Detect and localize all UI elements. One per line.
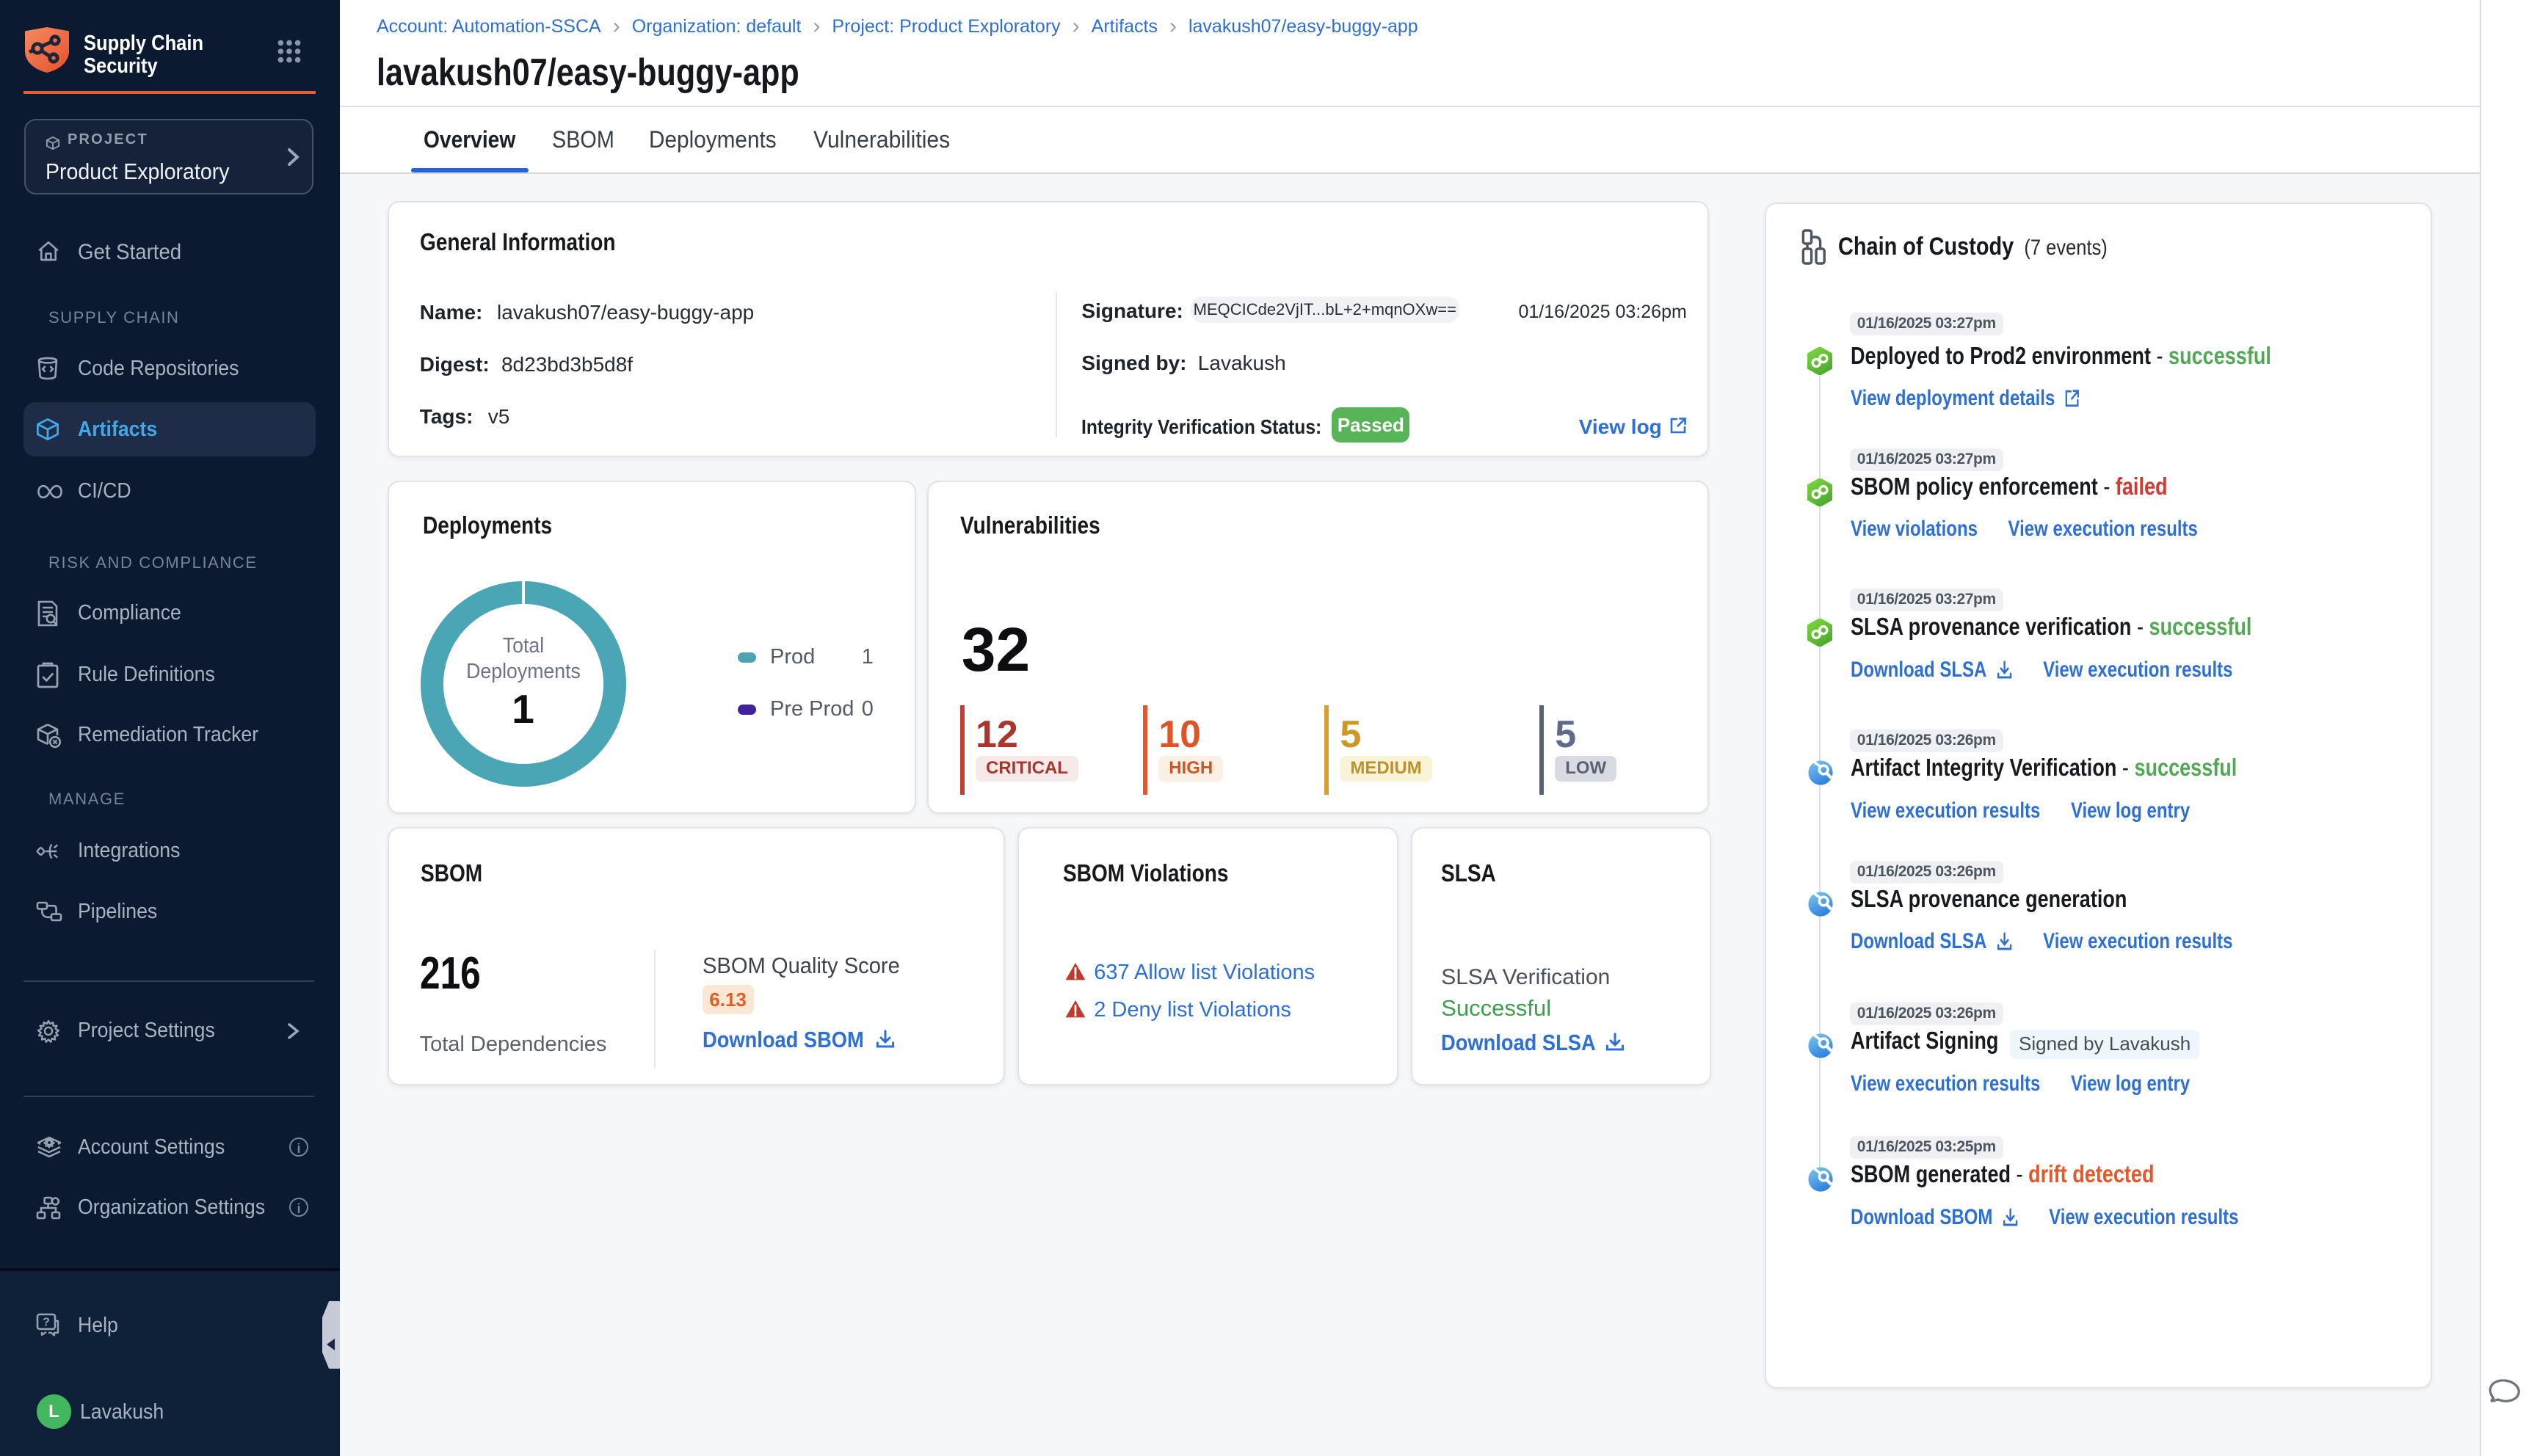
svg-text:?: ? — [43, 1317, 50, 1329]
